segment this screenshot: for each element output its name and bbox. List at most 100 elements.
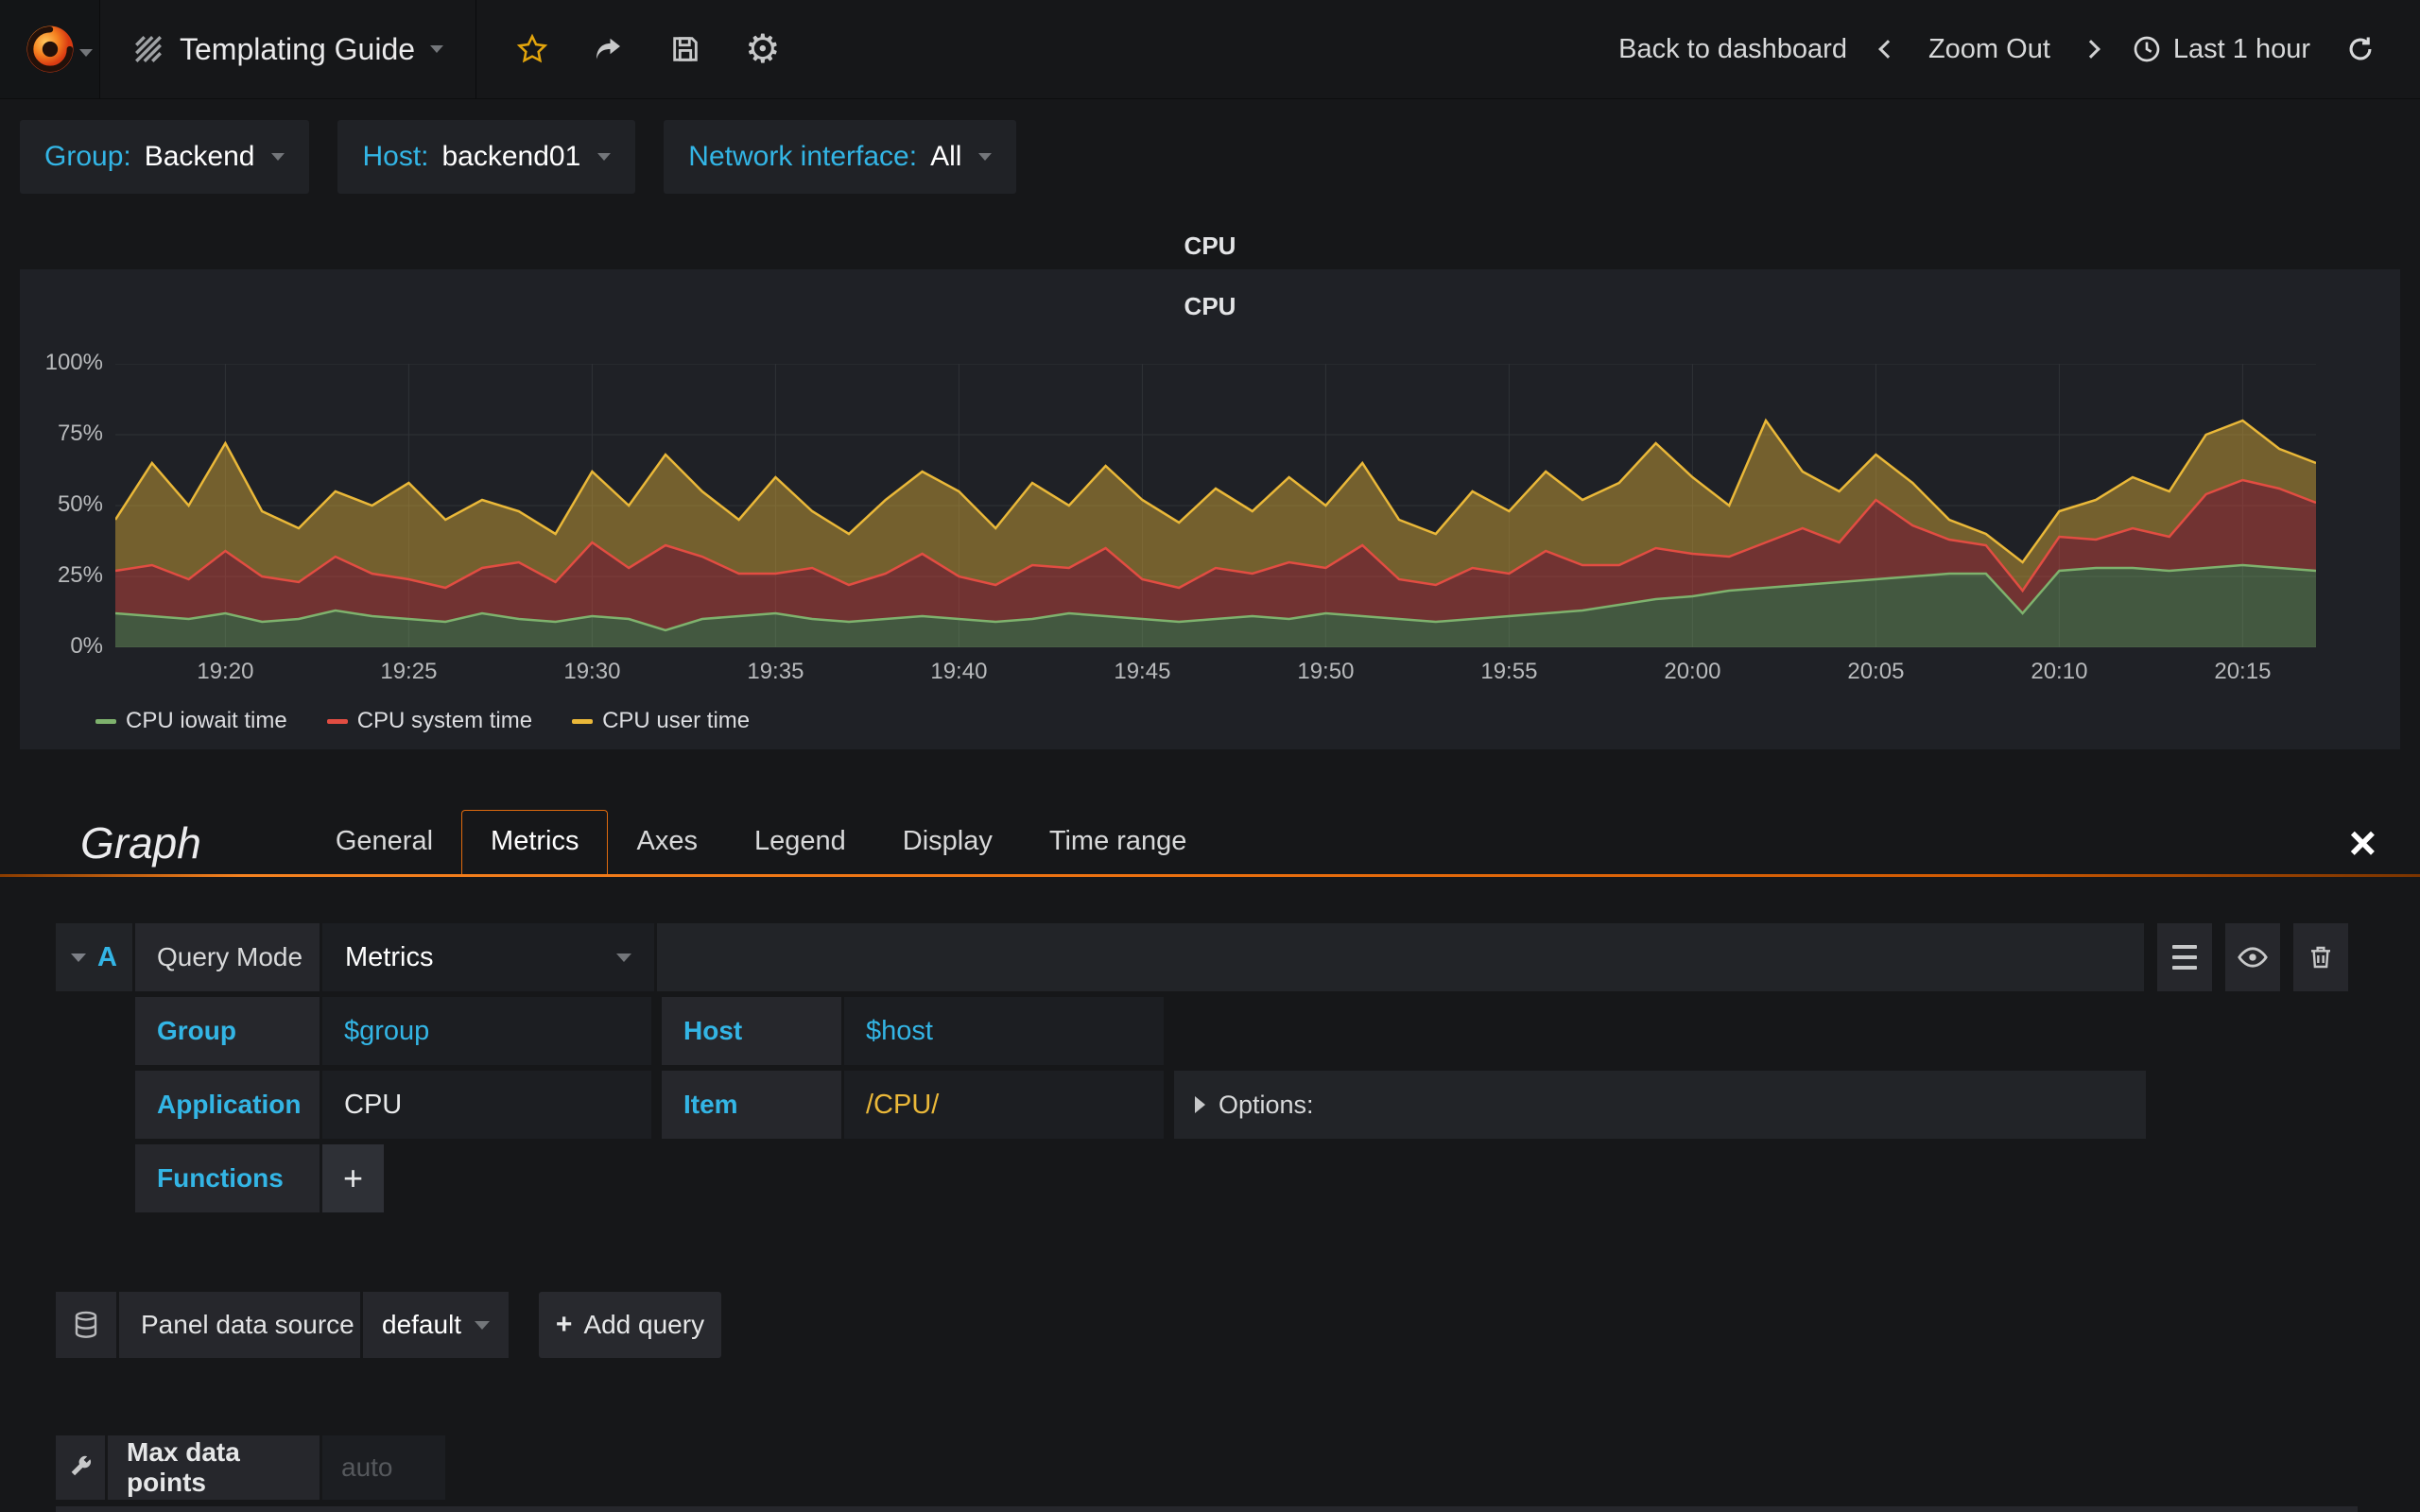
item-value-field[interactable]: /CPU/ bbox=[844, 1071, 1164, 1139]
star-button[interactable] bbox=[516, 33, 548, 65]
host-value-field[interactable]: $host bbox=[844, 997, 1164, 1065]
chart-title: CPU bbox=[1184, 292, 1236, 320]
page-title: Templating Guide bbox=[180, 31, 416, 66]
chevron-down-icon bbox=[71, 953, 87, 962]
save-icon bbox=[673, 37, 698, 61]
variable-host[interactable]: Host: backend01 bbox=[337, 120, 636, 194]
x-axis-label: 19:20 bbox=[197, 659, 254, 684]
eye-icon bbox=[2238, 947, 2268, 968]
x-axis-label: 19:55 bbox=[1480, 659, 1538, 684]
clock-icon bbox=[2134, 36, 2160, 62]
x-axis-label: 19:45 bbox=[1114, 659, 1171, 684]
legend-item[interactable]: CPU iowait time bbox=[95, 708, 287, 734]
panel-title[interactable]: CPU bbox=[0, 232, 2420, 264]
x-axis-label: 19:35 bbox=[747, 659, 804, 684]
query-row-a: A Query Mode Metrics bbox=[56, 923, 2348, 991]
x-axis-label: 20:10 bbox=[2031, 659, 2088, 684]
y-axis-label: 0% bbox=[70, 633, 103, 659]
query-mode-label: Query Mode bbox=[135, 923, 320, 991]
chevron-left-icon[interactable] bbox=[1878, 40, 1897, 59]
tab-legend[interactable]: Legend bbox=[726, 811, 874, 874]
x-axis-label: 19:40 bbox=[930, 659, 988, 684]
y-axis-label: 75% bbox=[57, 421, 103, 446]
item-label: Item bbox=[662, 1071, 841, 1139]
tab-axes[interactable]: Axes bbox=[608, 811, 725, 874]
trash-icon bbox=[2311, 946, 2330, 969]
grafana-flame-icon bbox=[26, 26, 73, 73]
menu-icon bbox=[2172, 945, 2197, 970]
star-icon bbox=[516, 33, 548, 63]
variable-label: Network interface: bbox=[688, 141, 918, 172]
add-query-label: Add query bbox=[583, 1310, 705, 1339]
chevron-right-icon[interactable] bbox=[2081, 40, 2100, 59]
x-axis-label: 20:15 bbox=[2214, 659, 2272, 684]
panel-editor-header: Graph General Metrics Axes Legend Display Tim… bbox=[0, 810, 2420, 877]
back-to-dashboard-button[interactable]: Back to dashboard bbox=[1618, 34, 1847, 65]
add-function-button[interactable]: + bbox=[322, 1144, 384, 1212]
dashboard-title-menu[interactable]: Templating Guide bbox=[100, 0, 477, 98]
max-data-points-input[interactable] bbox=[322, 1435, 445, 1500]
variable-value: Backend bbox=[144, 141, 255, 172]
legend-item[interactable]: CPU system time bbox=[326, 708, 533, 734]
variable-label: Host: bbox=[362, 141, 429, 172]
zoom-out-button[interactable]: Zoom Out bbox=[1928, 34, 2050, 65]
refresh-icon bbox=[2349, 37, 2372, 60]
application-value-field[interactable]: CPU bbox=[322, 1071, 651, 1139]
group-label: Group bbox=[135, 997, 320, 1065]
wrench-icon bbox=[71, 1455, 92, 1476]
chevron-down-icon bbox=[597, 153, 612, 161]
query-toggle-visibility-button[interactable] bbox=[2225, 923, 2280, 991]
query-menu-button[interactable] bbox=[2157, 923, 2212, 991]
refresh-button[interactable] bbox=[2344, 33, 2377, 65]
tab-metrics[interactable]: Metrics bbox=[461, 810, 609, 874]
datasource-row: Panel data source default + Add query bbox=[56, 1292, 2420, 1358]
datasource-select[interactable]: default bbox=[363, 1292, 509, 1358]
time-range-picker[interactable]: Last 1 hour bbox=[2132, 34, 2310, 65]
chevron-down-icon bbox=[978, 153, 993, 161]
tab-display[interactable]: Display bbox=[874, 811, 1021, 874]
legend-color-dash bbox=[95, 718, 116, 724]
add-query-button[interactable]: + Add query bbox=[539, 1292, 721, 1358]
datasource-icon-cell bbox=[56, 1292, 116, 1358]
chevron-down-icon bbox=[79, 49, 93, 57]
cpu-graph-canvas[interactable] bbox=[115, 364, 2316, 647]
query-mode-select[interactable]: Metrics bbox=[322, 923, 654, 991]
legend-series-name: CPU system time bbox=[356, 708, 533, 733]
variable-network-interface[interactable]: Network interface: All bbox=[664, 120, 1017, 194]
legend-series-name: CPU iowait time bbox=[126, 708, 287, 733]
variable-group[interactable]: Group: Backend bbox=[20, 120, 310, 194]
share-icon bbox=[596, 38, 621, 60]
x-axis-label: 19:50 bbox=[1297, 659, 1355, 684]
legend-item[interactable]: CPU user time bbox=[572, 708, 750, 734]
tabs-underline bbox=[0, 874, 2420, 877]
query-collapse-toggle[interactable]: A bbox=[56, 923, 132, 991]
dashboard-icon bbox=[135, 36, 162, 62]
x-axis-label: 20:00 bbox=[1664, 659, 1721, 684]
legend-color-dash bbox=[572, 718, 594, 724]
cpu-panel: CPU CPU iowait time CPU system time CPU us… bbox=[20, 269, 2400, 749]
panel-type-label: Graph bbox=[80, 818, 201, 868]
query-delete-button[interactable] bbox=[2293, 923, 2348, 991]
options-toggle[interactable]: Options: bbox=[1174, 1071, 2146, 1139]
host-label: Host bbox=[662, 997, 841, 1065]
max-data-points-label: Max data points bbox=[108, 1435, 320, 1500]
time-range-label: Last 1 hour bbox=[2172, 33, 2310, 64]
close-icon[interactable]: × bbox=[2349, 819, 2377, 867]
save-button[interactable] bbox=[669, 33, 701, 65]
datasource-label: Panel data source bbox=[119, 1292, 360, 1358]
tabs: General Metrics Axes Legend Display Time rang… bbox=[307, 810, 1216, 874]
legend-series-name: CPU user time bbox=[602, 708, 751, 733]
application-label: Application bbox=[135, 1071, 320, 1139]
settings-button[interactable]: ⚙ bbox=[745, 29, 781, 69]
query-row-functions: Functions + bbox=[135, 1144, 2420, 1212]
share-button[interactable] bbox=[592, 32, 626, 66]
tab-general[interactable]: General bbox=[307, 811, 461, 874]
group-value-field[interactable]: $group bbox=[322, 997, 651, 1065]
wrench-icon-cell bbox=[56, 1435, 105, 1500]
grafana-logo[interactable] bbox=[0, 0, 100, 98]
tab-time-range[interactable]: Time range bbox=[1021, 811, 1216, 874]
database-icon bbox=[75, 1311, 97, 1338]
cpu-graph[interactable] bbox=[115, 364, 2316, 647]
query-mode-value: Metrics bbox=[345, 941, 434, 972]
datasource-value: default bbox=[382, 1310, 462, 1339]
